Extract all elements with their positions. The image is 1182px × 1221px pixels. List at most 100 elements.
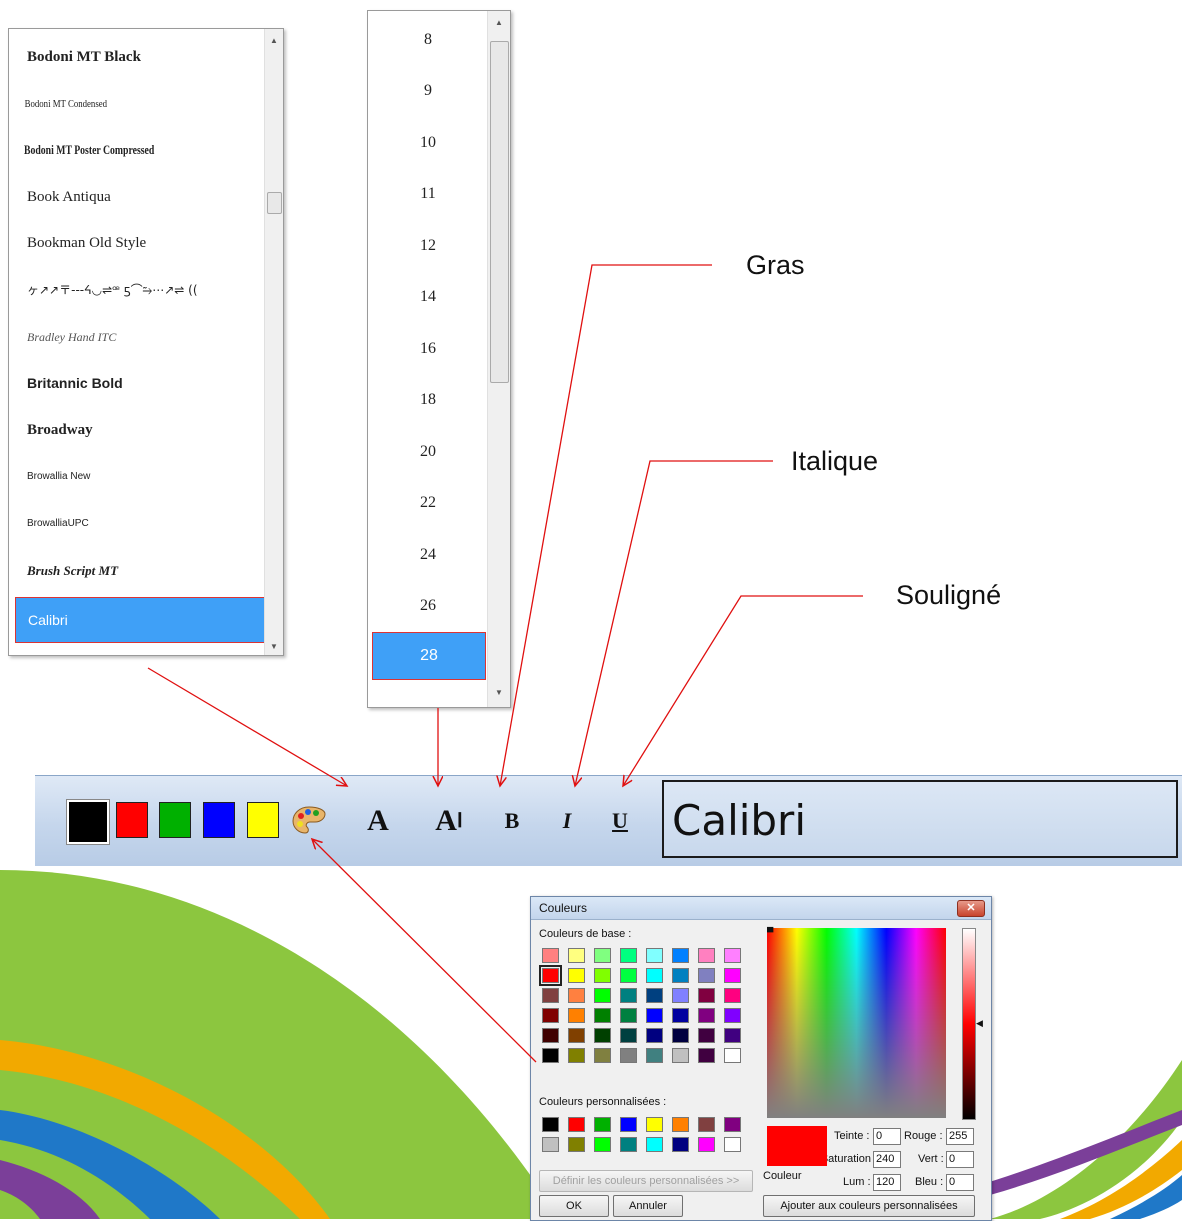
define-custom-colors-button[interactable]: Définir les couleurs personnalisées >> — [539, 1170, 753, 1192]
basic-color-cell[interactable] — [620, 948, 637, 963]
basic-color-cell[interactable] — [672, 968, 689, 983]
basic-color-cell[interactable] — [594, 1028, 611, 1043]
italic-button[interactable]: I — [554, 804, 580, 838]
font-option-book-antiqua[interactable]: Book Antiqua — [15, 175, 267, 219]
basic-color-cell[interactable] — [568, 1048, 585, 1063]
color-swatch-red[interactable] — [116, 802, 148, 838]
basic-color-cell[interactable] — [672, 948, 689, 963]
custom-color-cell[interactable] — [594, 1137, 611, 1152]
font-option-browalliaupc[interactable]: BrowalliaUPC — [15, 502, 267, 546]
basic-color-cell[interactable] — [724, 1008, 741, 1023]
basic-color-cell[interactable] — [568, 968, 585, 983]
size-list-scrollbar[interactable]: ▲ ▼ — [487, 11, 510, 707]
basic-color-cell[interactable] — [594, 988, 611, 1003]
scroll-down-arrow-icon[interactable]: ▼ — [488, 685, 510, 701]
basic-color-cell[interactable] — [646, 988, 663, 1003]
font-option-bookman-old-style[interactable]: Bookman Old Style — [15, 221, 267, 265]
cancel-button[interactable]: Annuler — [613, 1195, 683, 1217]
saturation-input[interactable]: 240 — [873, 1151, 901, 1168]
size-option-14[interactable]: 14 — [372, 274, 484, 320]
custom-color-cell[interactable] — [698, 1117, 715, 1132]
basic-color-cell[interactable] — [724, 988, 741, 1003]
underline-button[interactable]: U — [607, 804, 633, 838]
basic-color-cell[interactable] — [539, 965, 562, 986]
basic-color-cell[interactable] — [568, 1028, 585, 1043]
basic-color-cell[interactable] — [698, 1048, 715, 1063]
size-option-12[interactable]: 12 — [372, 223, 484, 269]
red-input[interactable]: 255 — [946, 1128, 974, 1145]
basic-color-cell[interactable] — [542, 1048, 559, 1063]
size-option-10[interactable]: 10 — [372, 120, 484, 166]
size-option-8[interactable]: 8 — [372, 17, 484, 63]
basic-color-cell[interactable] — [594, 1048, 611, 1063]
color-swatch-blue[interactable] — [203, 802, 235, 838]
font-option-bodoni-mt-condensed[interactable]: Bodoni MT Condensed — [15, 82, 217, 126]
scroll-down-arrow-icon[interactable]: ▼ — [265, 639, 283, 655]
basic-color-cell[interactable] — [542, 988, 559, 1003]
basic-color-cell[interactable] — [646, 1008, 663, 1023]
basic-color-cell[interactable] — [620, 988, 637, 1003]
basic-color-cell[interactable] — [672, 1008, 689, 1023]
ok-button[interactable]: OK — [539, 1195, 609, 1217]
custom-color-cell[interactable] — [542, 1137, 559, 1152]
basic-color-cell[interactable] — [724, 968, 741, 983]
size-option-9[interactable]: 9 — [372, 68, 484, 114]
font-family-dropdown-list[interactable]: Bodoni MT Black Bodoni MT Condensed Bodo… — [8, 28, 284, 656]
font-option-brush-script-mt[interactable]: Brush Script MT — [15, 549, 267, 593]
basic-color-cell[interactable] — [646, 948, 663, 963]
basic-color-cell[interactable] — [698, 1008, 715, 1023]
close-icon[interactable]: ✕ — [957, 900, 985, 917]
custom-color-cell[interactable] — [672, 1137, 689, 1152]
custom-color-cell[interactable] — [620, 1137, 637, 1152]
size-option-20[interactable]: 20 — [372, 429, 484, 475]
basic-color-cell[interactable] — [542, 1028, 559, 1043]
custom-color-cell[interactable] — [672, 1117, 689, 1132]
basic-color-cell[interactable] — [698, 948, 715, 963]
custom-color-cell[interactable] — [646, 1117, 663, 1132]
basic-color-cell[interactable] — [698, 1028, 715, 1043]
scrollbar-thumb[interactable] — [490, 41, 509, 383]
bold-button[interactable]: B — [499, 804, 525, 838]
basic-color-cell[interactable] — [594, 948, 611, 963]
basic-color-cell[interactable] — [672, 1048, 689, 1063]
font-option-calibri[interactable]: Calibri — [15, 597, 269, 643]
basic-color-cell[interactable] — [646, 1028, 663, 1043]
size-option-11[interactable]: 11 — [372, 171, 484, 217]
basic-color-cell[interactable] — [542, 948, 559, 963]
basic-color-cell[interactable] — [542, 1008, 559, 1023]
green-input[interactable]: 0 — [946, 1151, 974, 1168]
color-spectrum[interactable] — [767, 928, 946, 1118]
basic-color-cell[interactable] — [646, 968, 663, 983]
luminance-pointer-icon[interactable]: ◀ — [976, 1018, 983, 1029]
font-option-bradley-hand-itc[interactable]: Bradley Hand ITC — [15, 315, 267, 359]
custom-color-cell[interactable] — [698, 1137, 715, 1152]
blue-input[interactable]: 0 — [946, 1174, 974, 1191]
size-option-18[interactable]: 18 — [372, 377, 484, 423]
basic-color-cell[interactable] — [594, 968, 611, 983]
size-option-22[interactable]: 22 — [372, 480, 484, 526]
font-size-button[interactable]: AⅠ — [427, 804, 471, 838]
basic-color-cell[interactable] — [672, 988, 689, 1003]
size-option-24[interactable]: 24 — [372, 532, 484, 578]
custom-color-cell[interactable] — [542, 1117, 559, 1132]
basic-color-cell[interactable] — [620, 1008, 637, 1023]
basic-color-cell[interactable] — [594, 1008, 611, 1023]
font-list-scrollbar[interactable]: ▲ ▼ — [264, 29, 283, 655]
basic-color-cell[interactable] — [620, 1048, 637, 1063]
custom-color-cell[interactable] — [724, 1137, 741, 1152]
basic-color-cell[interactable] — [620, 968, 637, 983]
size-option-28[interactable]: 28 — [372, 632, 486, 680]
custom-color-cell[interactable] — [568, 1117, 585, 1132]
basic-color-cell[interactable] — [724, 1028, 741, 1043]
scroll-up-arrow-icon[interactable]: ▲ — [265, 33, 283, 49]
color-swatch-green[interactable] — [159, 802, 191, 838]
size-option-16[interactable]: 16 — [372, 326, 484, 372]
font-option-bodoni-mt-black[interactable]: Bodoni MT Black — [15, 35, 267, 79]
scrollbar-thumb[interactable] — [267, 192, 282, 214]
basic-color-cell[interactable] — [698, 988, 715, 1003]
basic-color-cell[interactable] — [724, 948, 741, 963]
luminance-input[interactable]: 120 — [873, 1174, 901, 1191]
palette-icon[interactable] — [291, 804, 327, 836]
scroll-up-arrow-icon[interactable]: ▲ — [488, 15, 510, 31]
custom-color-cell[interactable] — [724, 1117, 741, 1132]
